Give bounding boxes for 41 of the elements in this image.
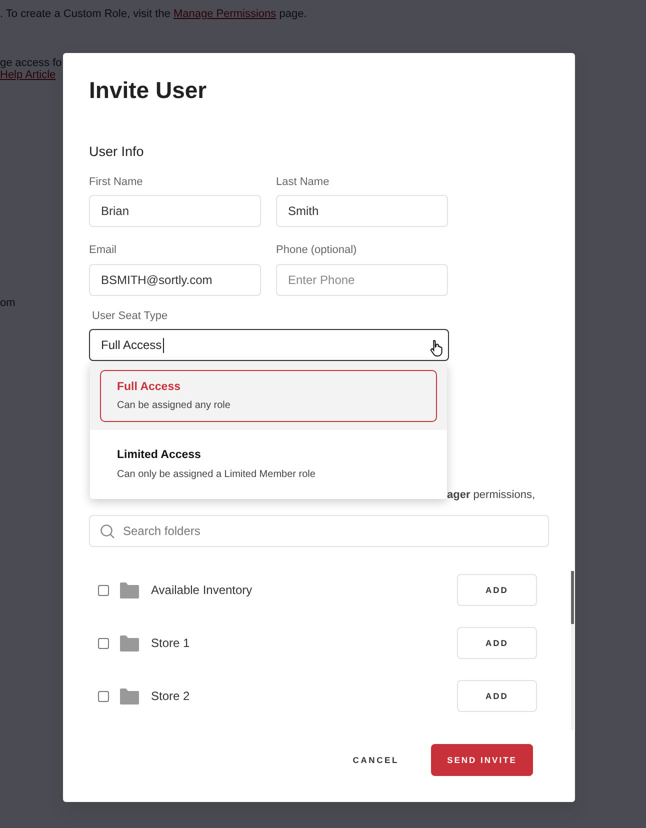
folder-icon [119,688,140,705]
input-field[interactable]: Enter Phone [276,264,448,296]
cancel-button[interactable]: CANCEL [350,750,401,771]
select-field[interactable]: Full Access [89,329,449,362]
text-cursor [162,338,164,353]
search-field[interactable]: Search folders [89,515,549,548]
input-field[interactable]: BSMITH@sortly.com [89,264,261,296]
dialog-title: Invite User [89,77,208,105]
input-field[interactable]: Smith [276,195,448,228]
option-title: Full Access [117,380,182,395]
notice-text: . To create a Custom Role, visit the [0,8,172,20]
field-label: Email [89,243,118,258]
folder-name: Available Inventory [151,582,254,600]
option-description: Can only be assigned a Limited Member role [117,468,316,482]
scrollbar-thumb[interactable] [571,571,574,624]
send-invite-button[interactable]: SEND INVITE [431,744,533,776]
folder-icon [119,634,140,652]
field-label: Last Name [276,174,330,190]
field-label: First Name [89,174,144,190]
folder-name: Store 1 [151,635,191,652]
checkbox[interactable] [98,584,109,596]
add-button[interactable]: ADD [457,574,537,606]
background-text: ge access fo [0,56,62,70]
dropdown-option[interactable]: Limited Access Can only be assigned a Limited Member role [90,430,447,498]
option-description: Can be assigned any role [117,399,232,414]
notice-text: page. [278,8,307,20]
dropdown-option[interactable]: Full Access Can be assigned any role [90,362,447,430]
folder-icon [119,582,140,599]
background-text: om [0,296,16,311]
folder-name: Store 2 [151,688,191,706]
field-label: User Seat Type [92,308,169,324]
help-text: ager permissions, [447,488,536,504]
add-button[interactable]: ADD [457,627,537,660]
option-title: Limited Access [117,448,202,464]
checkbox[interactable] [98,690,109,702]
section-heading: User Info [89,142,145,161]
field-label: Phone (optional) [276,243,358,258]
add-button[interactable]: ADD [457,680,537,712]
input-field[interactable]: Brian [89,195,261,228]
checkbox[interactable] [98,638,109,649]
hand-cursor-icon [430,339,444,358]
